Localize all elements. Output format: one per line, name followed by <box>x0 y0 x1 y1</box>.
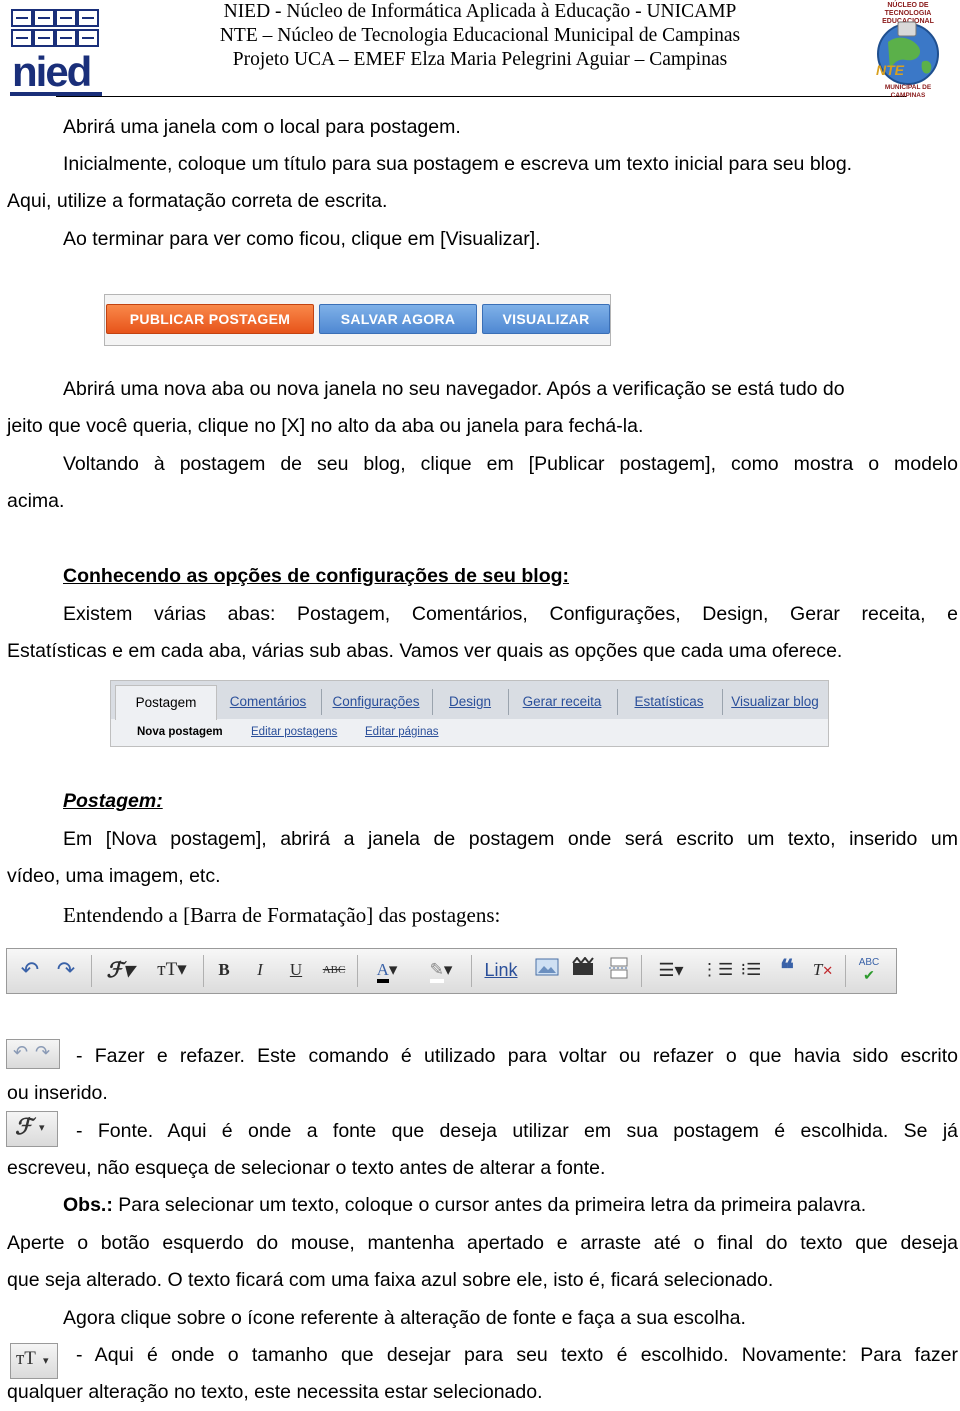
publish-post-button[interactable]: PUBLICAR POSTAGEM <box>106 304 314 334</box>
tab-design[interactable]: Design <box>435 685 505 719</box>
nied-logo-text: nied <box>12 48 92 95</box>
subtab-editar-paginas[interactable]: Editar páginas <box>365 723 439 741</box>
nied-logo: nied <box>10 6 102 96</box>
paragraph-11-line-2: Aperte o botão esquerdo do mouse, manten… <box>7 1232 958 1254</box>
toolbar-separator <box>357 955 358 987</box>
paragraph-13-line-2: qualquer alteração no texto, este necess… <box>7 1381 543 1403</box>
paragraph-9-line-1: - Fazer e refazer. Este comando é utiliz… <box>76 1045 958 1067</box>
paragraph-2-line-2: Aqui, utilize a formatação correta de es… <box>7 190 388 212</box>
paragraph-8: Entendendo a [Barra de Formatação] das p… <box>63 903 501 927</box>
italic-icon[interactable]: I <box>247 957 273 983</box>
paragraph-4-line-1: Abrirá uma nova aba ou nova janela no se… <box>63 378 845 400</box>
highlight-icon[interactable]: ✎▾ <box>419 957 463 983</box>
paragraph-6-line-2: Estatísticas e em cada aba, várias sub a… <box>7 640 843 662</box>
tab-estatisticas[interactable]: Estatísticas <box>620 685 718 719</box>
numbered-list-icon[interactable]: ⋮☰ <box>701 957 733 983</box>
clear-format-icon[interactable]: T✕ <box>809 957 837 983</box>
obs-label: Obs.: <box>63 1194 113 1216</box>
chevron-down-icon[interactable]: ▾ <box>39 1121 45 1134</box>
paragraph-5-line-2: acima. <box>7 490 65 512</box>
preview-button[interactable]: VISUALIZAR <box>482 304 610 334</box>
text-color-icon[interactable]: A▾ <box>365 957 409 983</box>
save-now-button[interactable]: SALVAR AGORA <box>319 304 477 334</box>
quote-icon[interactable]: ❝ <box>773 957 801 983</box>
bullet-list-icon[interactable]: ⁝☰ <box>737 957 765 983</box>
paragraph-12: Agora clique sobre o ícone referente à a… <box>63 1307 746 1329</box>
paragraph-10-line-1: - Fonte. Aqui é onde a fonte que deseja … <box>76 1120 958 1142</box>
font-mini-toolbar: ℱ ▾ <box>6 1111 58 1147</box>
toolbar-separator <box>471 955 472 987</box>
tab-gerar-receita[interactable]: Gerar receita <box>511 685 613 719</box>
image-icon[interactable] <box>533 957 561 983</box>
formatting-toolbar: ↶ ↷ ℱ▾ тT▾ B I U ABC A▾ ✎▾ Link ☰▾ ⋮☰ ⁝☰… <box>6 948 897 994</box>
paragraph-7-line-1: Em [Nova postagem], abrirá a janela de p… <box>63 828 958 850</box>
undo-icon[interactable]: ↶ <box>13 1042 28 1063</box>
strikethrough-icon[interactable]: ABC <box>319 957 349 983</box>
font-icon[interactable]: ℱ▾ <box>99 957 141 983</box>
paragraph-6-line-1: Existem várias abas: Postagem, Comentári… <box>63 603 958 625</box>
text-size-icon[interactable]: тT▾ <box>149 957 195 983</box>
nte-logo-bottom-text: MUNICIPAL DE CAMPINAS <box>884 84 932 99</box>
header-text: NIED - Núcleo de Informática Aplicada à … <box>160 0 800 72</box>
bold-icon[interactable]: B <box>211 957 237 983</box>
align-icon[interactable]: ☰▾ <box>649 957 693 983</box>
tab-separator <box>722 689 723 715</box>
tab-comentarios[interactable]: Comentários <box>217 685 319 719</box>
redo-icon[interactable]: ↷ <box>35 1042 50 1063</box>
paragraph-11-line-3: que seja alterado. O texto ficará com um… <box>7 1269 774 1291</box>
tab-separator <box>508 689 509 715</box>
obs-text: Para selecionar um texto, coloque o curs… <box>112 1194 867 1216</box>
tab-separator <box>432 689 433 715</box>
paragraph-9-line-2: ou inserido. <box>7 1082 108 1104</box>
nied-pattern-icon <box>11 9 99 47</box>
underline-icon[interactable]: U <box>283 957 309 983</box>
paragraph-2-line-1: Inicialmente, coloque um título para sua… <box>63 153 853 175</box>
header-line-3: Projeto UCA – EMEF Elza Maria Pelegrini … <box>232 49 728 70</box>
toolbar-separator <box>203 955 204 987</box>
nte-logo: NÚCLEO DE TECNOLOGIA EDUCACIONAL NTE MUN… <box>868 2 948 99</box>
blog-settings-tabs: Postagem Comentários Configurações Desig… <box>110 680 829 747</box>
chevron-down-icon[interactable]: ▾ <box>43 1354 49 1367</box>
toolbar-separator <box>641 955 642 987</box>
tab-configuracoes[interactable]: Configurações <box>324 685 428 719</box>
nte-logo-mid-text: NTE <box>876 62 904 78</box>
toolbar-separator <box>845 955 846 987</box>
paragraph-4-line-2: jeito que você queria, clique no [X] no … <box>7 415 644 437</box>
tab-separator <box>617 689 618 715</box>
subtab-nova-postagem[interactable]: Nova postagem <box>137 723 223 741</box>
tab-postagem[interactable]: Postagem <box>115 685 217 720</box>
text-size-icon[interactable]: тT <box>16 1348 36 1370</box>
tab-row: Postagem Comentários Configurações Desig… <box>111 681 828 720</box>
undo-icon[interactable]: ↶ <box>17 957 43 983</box>
header-line-2: NTE – Núcleo de Tecnologia Educacional M… <box>219 25 741 46</box>
redo-icon[interactable]: ↷ <box>53 957 79 983</box>
font-icon[interactable]: ℱ <box>15 1114 32 1140</box>
video-icon[interactable] <box>569 956 597 983</box>
tab-visualizar-blog[interactable]: Visualizar blog <box>725 685 825 719</box>
header-divider <box>56 96 906 97</box>
subtab-editar-postagens[interactable]: Editar postagens <box>251 723 337 741</box>
page-break-icon[interactable] <box>605 957 633 983</box>
paragraph-13-line-1: - Aqui é onde o tamanho que desejar para… <box>76 1344 958 1366</box>
post-actions-bar: PUBLICAR POSTAGEM SALVAR AGORA VISUALIZA… <box>104 294 611 346</box>
paragraph-11-line-1: Obs.: Para selecionar um texto, coloque … <box>63 1187 958 1224</box>
paragraph-5-line-1: Voltando à postagem de seu blog, clique … <box>63 453 958 475</box>
tab-separator <box>321 689 322 715</box>
paragraph-3: Ao terminar para ver como ficou, clique … <box>63 228 541 250</box>
paragraph-10-line-2: escreveu, não esqueça de selecionar o te… <box>7 1157 606 1179</box>
section-heading-postagem: Postagem: <box>63 790 163 812</box>
paragraph-7-line-2: vídeo, uma imagem, etc. <box>7 865 221 887</box>
header-line-1: NIED - Núcleo de Informática Aplicada à … <box>223 1 737 22</box>
spellcheck-icon[interactable]: ABC ✔ <box>853 957 885 983</box>
toolbar-separator <box>91 955 92 987</box>
section-heading-config: Conhecendo as opções de configurações de… <box>63 565 570 587</box>
paragraph-1: Abrirá uma janela com o local para posta… <box>63 116 461 138</box>
link-button[interactable]: Link <box>477 957 525 983</box>
undo-redo-mini-toolbar: ↶ ↷ <box>6 1039 60 1069</box>
